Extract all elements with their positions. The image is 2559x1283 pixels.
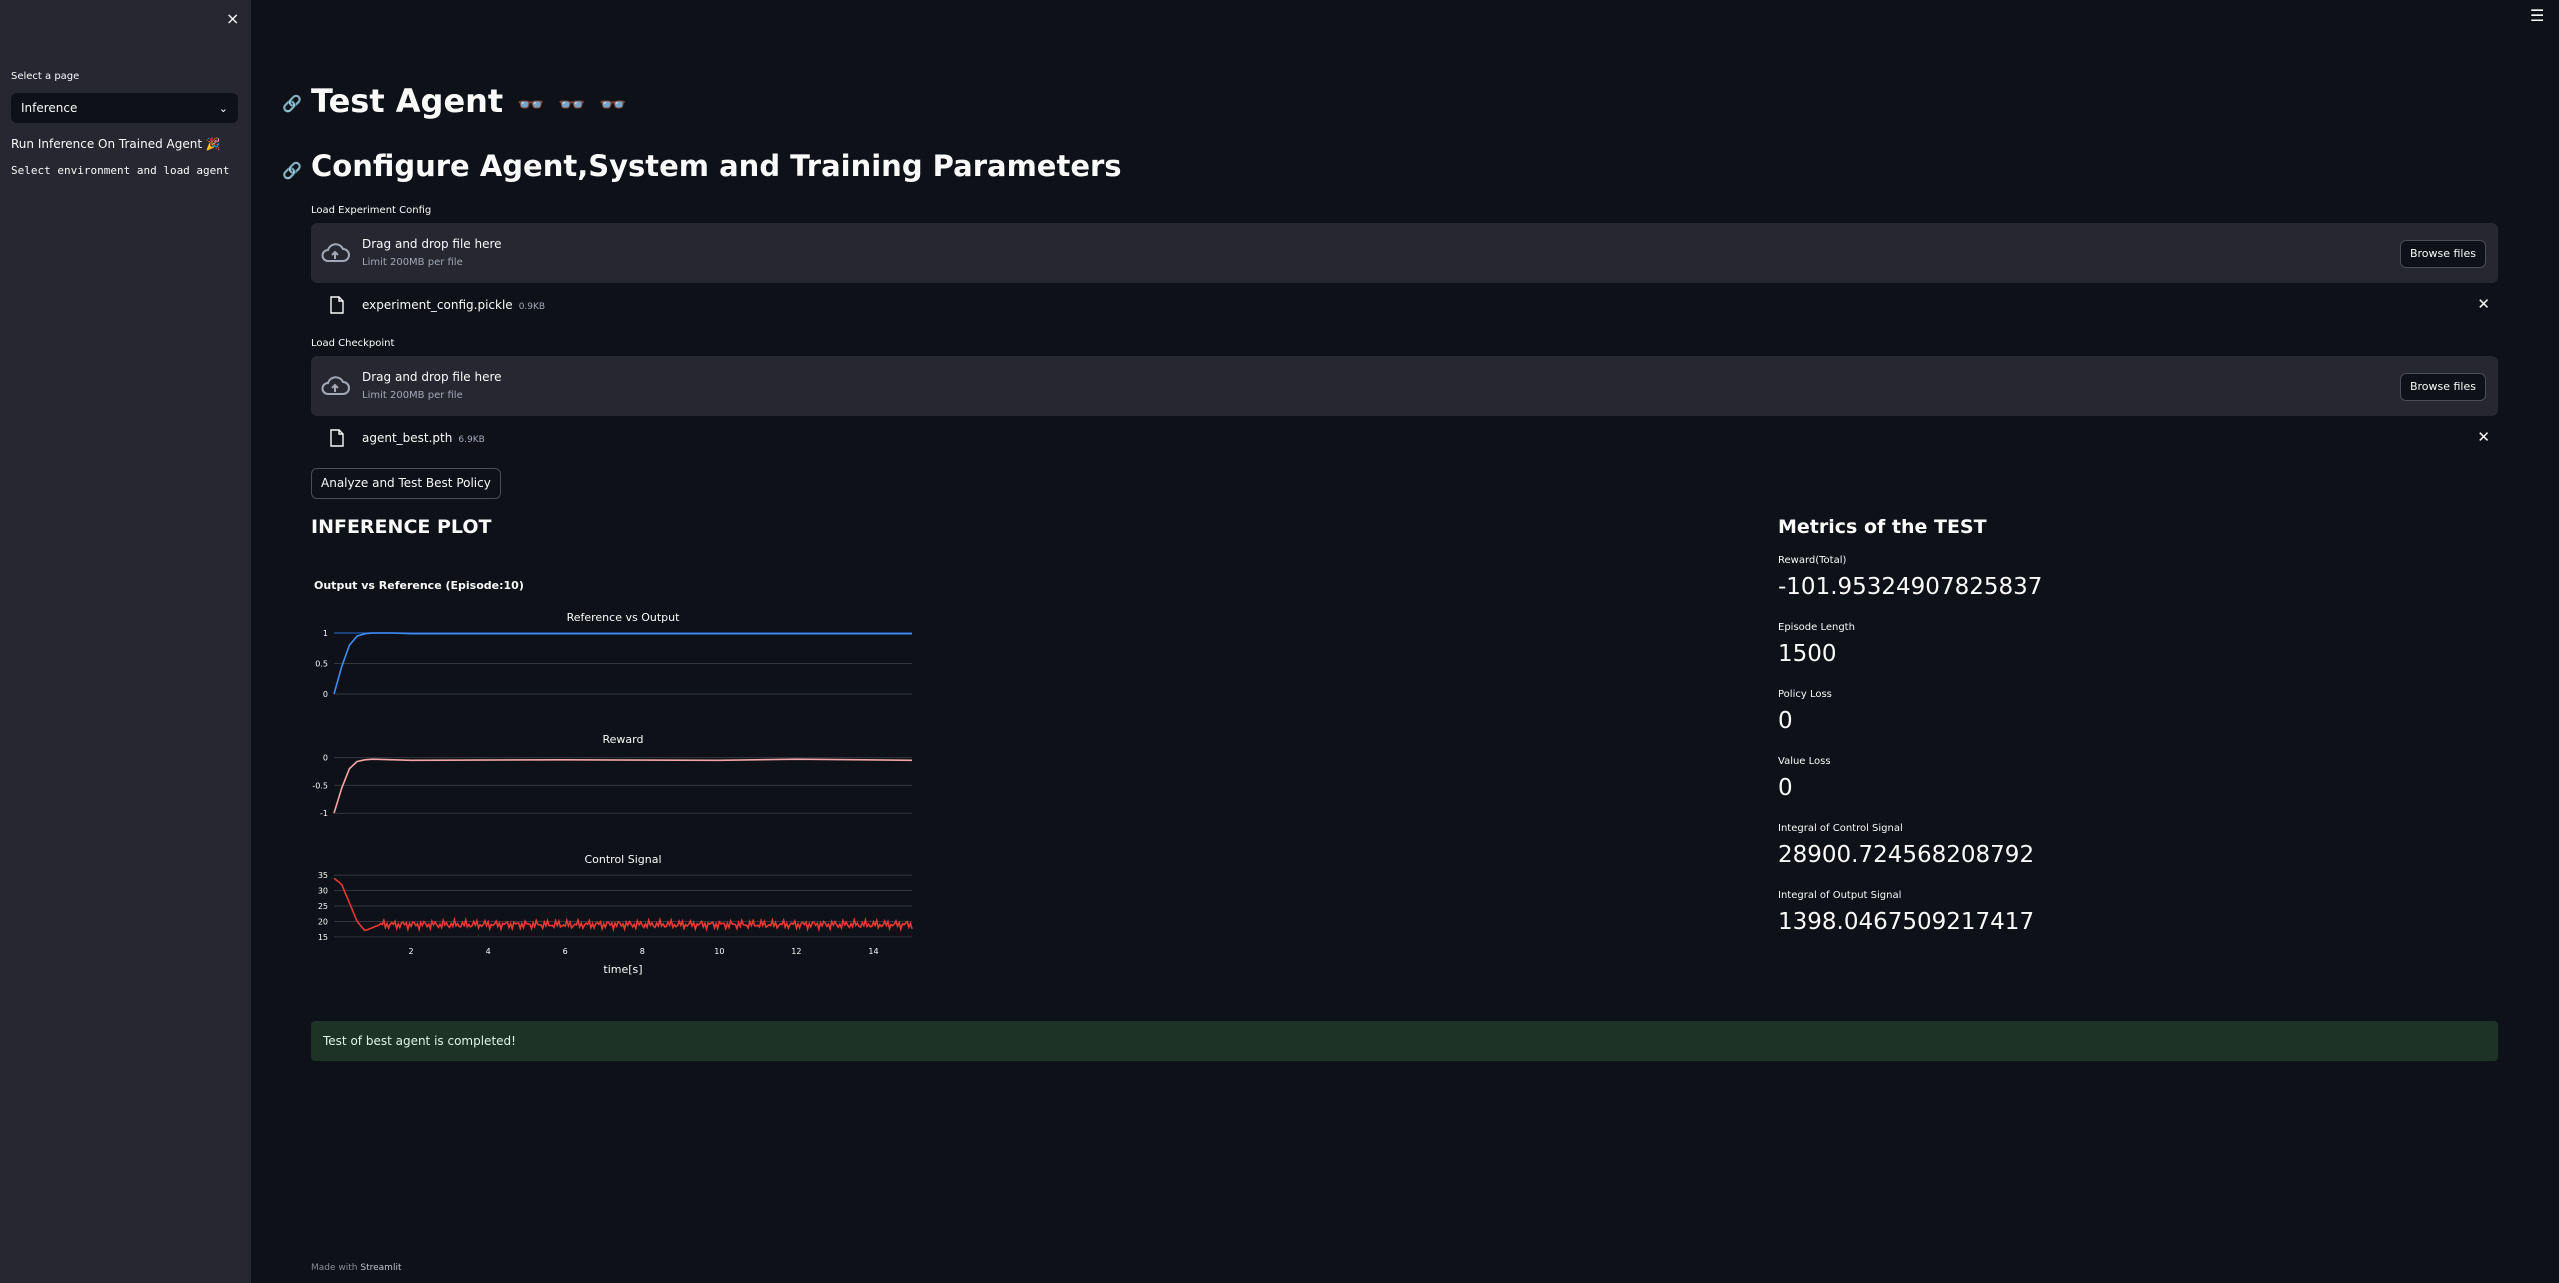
page-title-text: Test Agent: [311, 82, 504, 120]
y-tick-label: 20: [318, 917, 328, 926]
chevron-down-icon: ⌄: [218, 101, 228, 115]
y-tick-label: 35: [318, 871, 328, 880]
page-select-value: Inference: [21, 101, 78, 115]
drop-text: Drag and drop file here: [362, 237, 502, 251]
x-tick-label: 6: [563, 947, 568, 956]
uploaded-file-row: experiment_config.pickle 0.9KB ✕: [311, 291, 2498, 319]
chart-title: Output vs Reference (Episode:10): [314, 579, 524, 592]
page-select[interactable]: Inference ⌄: [11, 93, 238, 123]
drop-text: Drag and drop file here: [362, 370, 502, 384]
metric-label: Policy Loss: [1778, 689, 1832, 700]
remove-file-icon[interactable]: ✕: [2477, 428, 2490, 446]
glasses-emoji: 👓 👓 👓: [517, 93, 630, 118]
inference-chart: Reference vs Output 0 0.5 1 Reward 0 -0.5 -1 Con…: [312, 611, 913, 976]
select-page-label: Select a page: [11, 71, 80, 82]
file-name: experiment_config.pickle 0.9KB: [362, 298, 545, 312]
success-text: Test of best agent is completed!: [323, 1034, 516, 1048]
metric-label: Episode Length: [1778, 622, 1855, 633]
limit-text: Limit 200MB per file: [362, 390, 463, 401]
file-name-text: agent_best.pth: [362, 431, 453, 445]
y-tick-label: -0.5: [312, 781, 328, 790]
subplot-title: Reward: [603, 733, 644, 746]
cloud-upload-icon: [321, 243, 350, 262]
uploader-label: Load Checkpoint: [311, 338, 395, 349]
analyze-button[interactable]: Analyze and Test Best Policy: [311, 468, 501, 499]
run-inference-text: Run Inference On Trained Agent 🎉: [11, 137, 221, 151]
limit-text: Limit 200MB per file: [362, 257, 463, 268]
page-title: Test Agent 👓 👓 👓: [311, 82, 630, 120]
browse-files-button[interactable]: Browse files: [2399, 240, 2486, 268]
metrics-heading: Metrics of the TEST: [1778, 516, 1987, 538]
x-tick-label: 10: [714, 947, 724, 956]
browse-files-button[interactable]: Browse files: [2399, 373, 2486, 401]
close-sidebar-icon[interactable]: ×: [226, 9, 239, 28]
x-tick-label: 4: [486, 947, 491, 956]
x-axis-label: time[s]: [603, 963, 642, 976]
file-icon: [330, 296, 344, 314]
footer: Made with Streamlit: [311, 1263, 401, 1273]
file-name-text: experiment_config.pickle: [362, 298, 513, 312]
hamburger-menu-icon[interactable]: ☰: [2530, 6, 2544, 25]
y-tick-label: 0: [323, 754, 328, 763]
remove-file-icon[interactable]: ✕: [2477, 295, 2490, 313]
file-size: 0.9KB: [518, 302, 546, 312]
y-tick-label: 25: [318, 902, 328, 911]
metric-label: Integral of Control Signal: [1778, 823, 1903, 834]
dropzone-checkpoint[interactable]: Drag and drop file here Limit 200MB per …: [311, 356, 2498, 416]
x-tick-label: 8: [640, 947, 645, 956]
config-heading: Configure Agent,System and Training Para…: [311, 149, 1122, 183]
sidebar: × Select a page Inference ⌄ Run Inferenc…: [0, 0, 251, 1283]
subplot-title: Reference vs Output: [567, 611, 681, 624]
y-tick-label: 30: [318, 887, 328, 896]
x-tick-label: 14: [868, 947, 878, 956]
metric-value: 0: [1778, 775, 1793, 801]
dropzone-experiment-config[interactable]: Drag and drop file here Limit 200MB per …: [311, 223, 2498, 283]
y-tick-label: 0: [323, 690, 328, 699]
metric-label: Integral of Output Signal: [1778, 890, 1902, 901]
file-size: 6.9KB: [458, 435, 485, 445]
footer-text: Made with: [311, 1263, 358, 1273]
success-alert: Test of best agent is completed!: [311, 1021, 2498, 1061]
y-tick-label: 0.5: [315, 660, 328, 669]
x-tick-label: 2: [409, 947, 414, 956]
inference-heading: INFERENCE PLOT: [311, 516, 492, 538]
file-name: agent_best.pth 6.9KB: [362, 431, 485, 445]
uploaded-file-row: agent_best.pth 6.9KB ✕: [311, 424, 2498, 452]
y-tick-label: -1: [320, 809, 328, 818]
metric-label: Reward(Total): [1778, 555, 1847, 566]
metric-label: Value Loss: [1778, 756, 1831, 767]
series-line: [333, 758, 913, 814]
cloud-upload-icon: [321, 376, 350, 395]
link-icon[interactable]: 🔗: [282, 94, 302, 113]
file-icon: [330, 429, 344, 447]
link-icon[interactable]: 🔗: [282, 161, 302, 180]
y-tick-label: 1: [323, 629, 328, 638]
x-tick-label: 12: [791, 947, 801, 956]
metric-value: -101.95324907825837: [1778, 574, 2043, 600]
metric-value: 1500: [1778, 641, 1837, 667]
y-tick-label: 15: [318, 933, 328, 942]
uploader-label: Load Experiment Config: [311, 205, 432, 216]
metric-value: 28900.724568208792: [1778, 842, 2035, 868]
subplot-title: Control Signal: [584, 853, 661, 866]
series-line: [333, 877, 913, 933]
select-env-text: Select environment and load agent: [11, 164, 230, 177]
metric-value: 1398.0467509217417: [1778, 909, 2035, 935]
streamlit-link[interactable]: Streamlit: [360, 1263, 401, 1273]
metric-value: 0: [1778, 708, 1793, 734]
